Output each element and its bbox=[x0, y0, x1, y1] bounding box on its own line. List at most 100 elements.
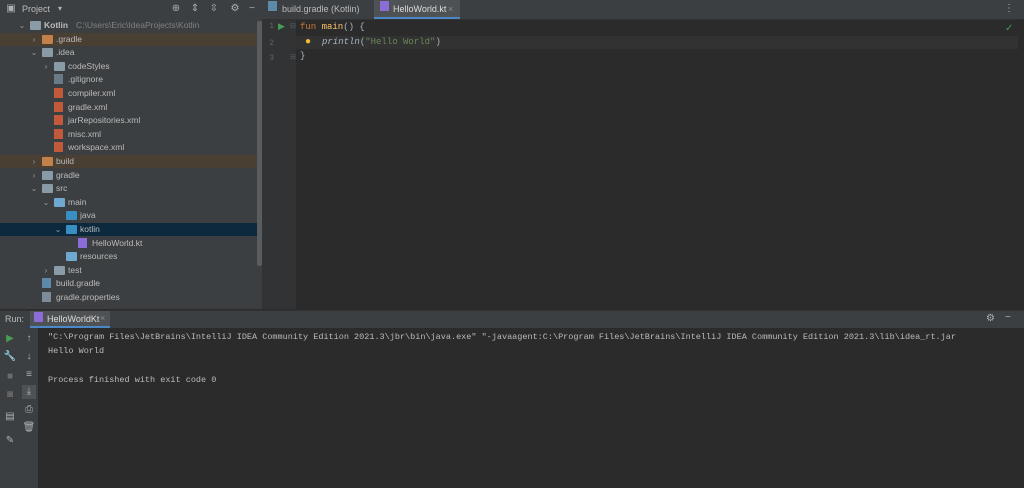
tree-item[interactable]: ⌄ src bbox=[0, 182, 257, 195]
stop-icon[interactable]: ■ bbox=[3, 370, 17, 384]
print-icon[interactable]: ⎙ bbox=[22, 403, 36, 417]
tree-item[interactable]: ⌄ .idea bbox=[0, 46, 257, 59]
tab-build-gradle[interactable]: build.gradle (Kotlin) bbox=[262, 0, 372, 19]
close-tab-icon[interactable]: × bbox=[448, 0, 453, 19]
run-label: Run: bbox=[5, 314, 25, 324]
expand-all-icon[interactable]: ⇕ bbox=[189, 3, 201, 15]
chevron-right-icon[interactable]: › bbox=[30, 33, 38, 46]
tree-item[interactable]: gradle.xml bbox=[0, 101, 257, 114]
pin-icon[interactable]: ✎ bbox=[3, 434, 17, 448]
tree-item[interactable]: ⌄ Kotlin C:\Users\Eric\IdeaProjects\Kotlin bbox=[0, 19, 257, 32]
soft-wrap-icon[interactable]: ≡ bbox=[22, 368, 36, 382]
run-gutter-icon[interactable]: ▶ bbox=[278, 21, 285, 32]
run-panel-header: Run: HelloWorldKt × ⚙ − bbox=[0, 310, 1024, 329]
inspection-ok-icon[interactable]: ✓ bbox=[1005, 23, 1013, 34]
tree-item[interactable]: java bbox=[0, 209, 257, 222]
run-tab-label: HelloWorldKt bbox=[47, 314, 100, 324]
tree-item[interactable]: › build bbox=[0, 155, 257, 168]
chevron-right-icon[interactable]: › bbox=[42, 264, 50, 277]
more-options-icon[interactable]: ⋮ bbox=[1004, 3, 1014, 14]
tree-item-label: .gitignore bbox=[68, 74, 103, 85]
hide-panel-icon[interactable]: − bbox=[1005, 312, 1011, 323]
tree-item[interactable]: workspace.xml bbox=[0, 141, 257, 154]
gear-icon[interactable]: ⚙ bbox=[229, 3, 241, 15]
tree-item-label: HelloWorld.kt bbox=[92, 237, 143, 248]
console-output[interactable]: "C:\Program Files\JetBrains\IntelliJ IDE… bbox=[38, 328, 1024, 488]
tree-item[interactable]: › .gradle bbox=[0, 32, 257, 46]
source-folder-icon bbox=[66, 211, 77, 221]
wrench-icon[interactable]: 🔧 bbox=[3, 350, 17, 364]
xml-file-icon bbox=[54, 101, 63, 112]
tab-helloworld-kt[interactable]: HelloWorld.kt × bbox=[374, 0, 460, 19]
chevron-right-icon[interactable]: › bbox=[30, 155, 38, 168]
chevron-down-icon[interactable]: ⌄ bbox=[18, 19, 26, 32]
code-line-3: } bbox=[300, 51, 306, 61]
tree-item[interactable]: jarRepositories.xml bbox=[0, 114, 257, 127]
tab-label: HelloWorld.kt bbox=[393, 4, 447, 14]
xml-file-icon bbox=[54, 142, 63, 153]
tree-item-label: gradle.xml bbox=[68, 101, 108, 112]
tree-item-label: Kotlin bbox=[44, 20, 69, 30]
tree-item-label: .idea bbox=[56, 47, 75, 58]
tree-item[interactable]: › test bbox=[0, 264, 257, 277]
tree-item[interactable]: › gradle bbox=[0, 169, 257, 182]
chevron-down-icon[interactable]: ⌄ bbox=[42, 196, 50, 209]
chevron-right-icon[interactable]: › bbox=[30, 169, 38, 182]
xml-file-icon bbox=[54, 115, 63, 126]
kotlin-file-icon bbox=[380, 1, 389, 11]
tree-item-label: main bbox=[68, 196, 87, 207]
tree-item[interactable]: ⌄ kotlin bbox=[0, 223, 257, 236]
down-arrow-icon[interactable]: ↓ bbox=[22, 350, 36, 364]
code-line-2: println("Hello World") bbox=[322, 37, 441, 47]
layout-icon[interactable]: ▤ bbox=[3, 410, 17, 424]
tree-item[interactable]: build.gradle bbox=[0, 277, 257, 290]
tree-item-label: build bbox=[56, 156, 74, 166]
chevron-down-icon[interactable]: ⌄ bbox=[54, 223, 62, 236]
gear-icon[interactable]: ⚙ bbox=[986, 313, 995, 324]
tree-item-label: gradle bbox=[56, 169, 80, 180]
tree-item-label: build.gradle bbox=[56, 278, 100, 289]
chevron-right-icon[interactable]: › bbox=[42, 60, 50, 73]
gitignore-file-icon bbox=[54, 74, 63, 85]
project-path: C:\Users\Eric\IdeaProjects\Kotlin bbox=[76, 20, 200, 30]
close-tab-icon[interactable]: × bbox=[100, 313, 105, 323]
kotlin-file-icon bbox=[78, 237, 87, 248]
tree-item[interactable]: › codeStyles bbox=[0, 60, 257, 73]
camera-icon[interactable]: ◙ bbox=[3, 388, 17, 402]
tree-item[interactable]: misc.xml bbox=[0, 128, 257, 141]
collapse-all-icon[interactable]: ⇳ bbox=[208, 3, 220, 15]
chevron-down-icon[interactable]: ⌄ bbox=[30, 46, 38, 59]
chevron-down-icon[interactable]: ⌄ bbox=[30, 182, 38, 195]
console-line: "C:\Program Files\JetBrains\IntelliJ IDE… bbox=[48, 332, 956, 342]
run-toolbar: ▶ 🔧 ■ ◙ ▤ ✎ ↑ ↓ ≡ ⤓ ⎙ 🗑 bbox=[0, 328, 38, 488]
editor-scrollbar[interactable] bbox=[1018, 19, 1024, 309]
rerun-icon[interactable]: ▶ bbox=[3, 332, 17, 346]
trash-icon[interactable]: 🗑 bbox=[22, 421, 36, 435]
tree-item-label: resources bbox=[80, 251, 118, 262]
folder-icon bbox=[30, 21, 41, 30]
fold-end-icon[interactable]: ⊟ bbox=[290, 53, 296, 61]
tree-item[interactable]: ⌄ main bbox=[0, 196, 257, 209]
tree-item[interactable]: gradle.properties bbox=[0, 291, 257, 304]
folder-icon bbox=[54, 61, 65, 71]
tree-item[interactable]: HelloWorld.kt bbox=[0, 237, 257, 250]
run-tab-helloworldkt[interactable]: HelloWorldKt × bbox=[30, 311, 110, 328]
kotlin-file-icon bbox=[34, 312, 43, 322]
xml-file-icon bbox=[54, 128, 63, 139]
locate-icon[interactable]: ⊕ bbox=[170, 3, 182, 15]
tree-item[interactable]: .gitignore bbox=[0, 73, 257, 86]
chevron-down-icon[interactable]: ▾ bbox=[54, 3, 66, 15]
gradle-file-icon bbox=[268, 1, 277, 11]
console-line: Hello World bbox=[48, 346, 105, 356]
hide-panel-icon[interactable]: − bbox=[246, 3, 258, 15]
folder-orange-icon bbox=[42, 157, 53, 166]
scroll-to-end-icon[interactable]: ⤓ bbox=[22, 385, 36, 399]
tree-item[interactable]: resources bbox=[0, 250, 257, 263]
fold-icon[interactable]: ⊟ bbox=[290, 22, 296, 30]
lightbulb-icon[interactable]: ● bbox=[305, 36, 311, 47]
tree-item[interactable]: compiler.xml bbox=[0, 87, 257, 100]
tree-item-label: gradle.properties bbox=[56, 292, 120, 302]
tree-item-label: src bbox=[56, 183, 68, 194]
up-arrow-icon[interactable]: ↑ bbox=[22, 332, 36, 346]
project-view-selector[interactable]: Project bbox=[22, 4, 50, 14]
